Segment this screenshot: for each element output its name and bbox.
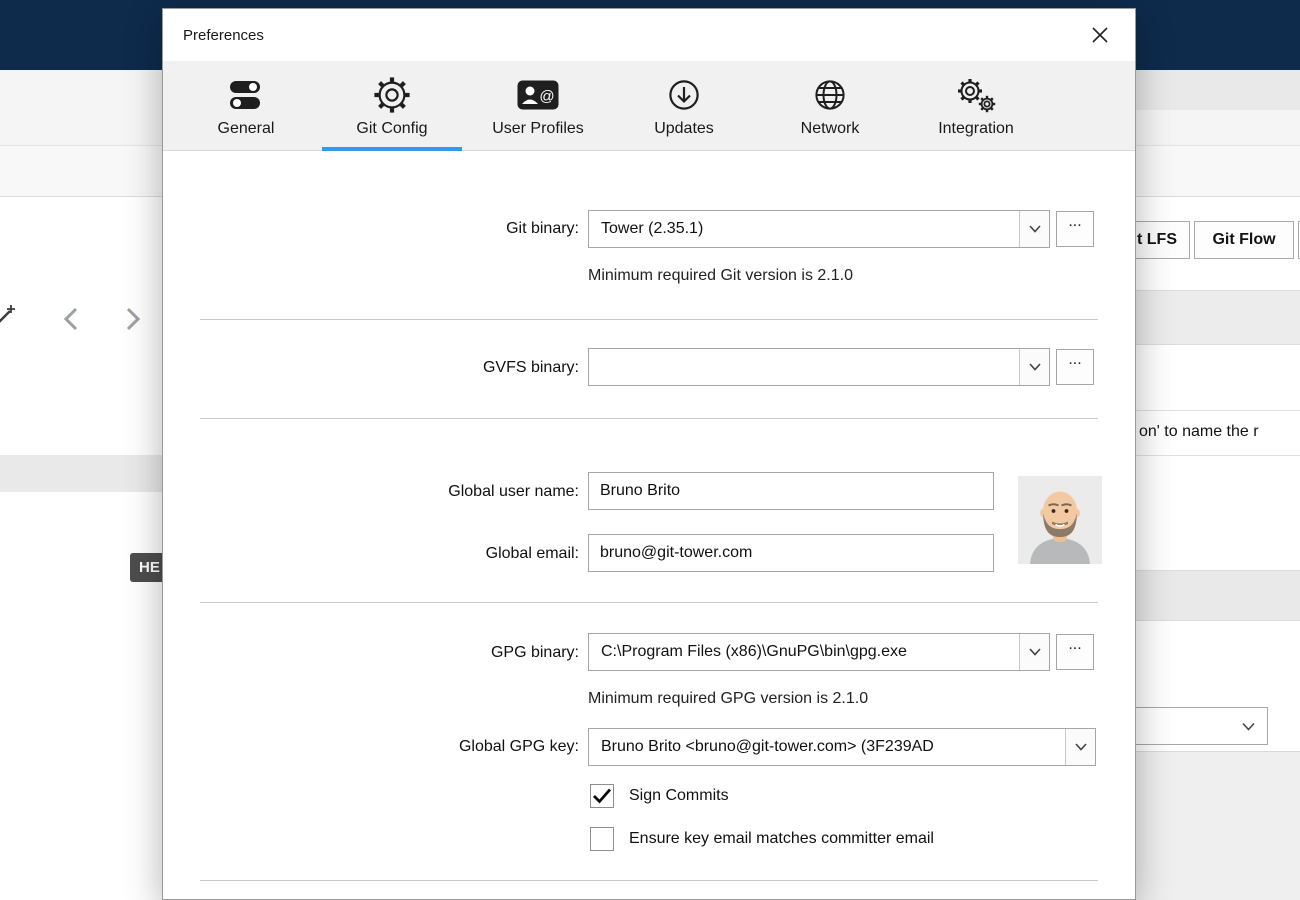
contact-card-icon: @ [516,74,560,116]
git-binary-browse-button[interactable]: ... [1056,211,1094,247]
chevron-down-icon[interactable] [1019,211,1049,247]
gears-icon [954,74,998,116]
tab-label: Network [800,119,860,137]
gpg-binary-hint: Minimum required GPG version is 2.1.0 [588,690,869,707]
divider [200,319,1098,320]
right-panel-band [1136,290,1300,345]
globe-icon [810,74,850,116]
ensure-email-checkbox[interactable] [590,827,614,851]
tab-general[interactable]: General [173,61,319,150]
divider [200,880,1098,881]
chevron-down-icon [1242,722,1255,731]
git-binary-label: Git binary: [506,220,579,237]
head-badge: HE [130,553,164,582]
sidebar-selected-row [0,455,162,492]
tab-label: Integration [938,119,1014,137]
gpg-binary-browse-button[interactable]: ... [1056,634,1094,670]
close-icon [1092,27,1108,43]
tab-network[interactable]: Network [757,61,903,150]
tab-label: User Profiles [492,119,584,137]
global-user-name-input[interactable] [588,472,994,510]
background-dropdown[interactable] [1118,707,1268,745]
global-email-label: Global email: [485,545,579,562]
divider [200,418,1098,419]
tab-strip: General Git Config @ User Profiles Updat… [163,61,1135,151]
tab-label: General [217,119,275,137]
gvfs-binary-label: GVFS binary: [482,359,579,376]
sign-commits-label[interactable]: Sign Commits [629,784,729,808]
tab-label: Git Config [356,119,428,137]
right-panel-strip [1136,70,1300,110]
chevron-down-icon[interactable] [1019,349,1049,385]
global-user-name-label: Global user name: [448,483,579,500]
right-panel-band [1136,751,1300,900]
dialog-titlebar: Preferences [163,9,1135,61]
tab-label: Updates [654,119,714,137]
checkmark-icon [593,788,612,804]
toggles-icon [227,74,265,116]
cherry-pick-icon[interactable] [0,303,16,333]
dialog-title: Preferences [183,26,264,44]
ensure-email-label[interactable]: Ensure key email matches committer email [629,827,934,851]
preferences-dialog: Preferences General Git Config @ User Pr… [162,8,1136,900]
chevron-down-icon[interactable] [1019,634,1049,670]
gvfs-binary-browse-button[interactable]: ... [1056,349,1094,385]
download-circle-icon [664,74,704,116]
global-gpg-key-label: Global GPG key: [458,738,579,755]
tab-git-config[interactable]: Git Config [319,61,465,151]
chevron-down-icon[interactable] [1065,729,1095,765]
divider [1136,410,1300,411]
gear-icon [372,74,412,116]
avatar [1018,476,1102,564]
global-gpg-key-value: Bruno Brito <bruno@git-tower.com> (3F239… [601,738,934,755]
forward-icon[interactable] [116,304,146,334]
divider [200,602,1098,603]
gvfs-binary-select[interactable] [588,348,1050,386]
git-binary-hint: Minimum required Git version is 2.1.0 [588,267,853,284]
tab-integration[interactable]: Integration [903,61,1049,150]
svg-text:@: @ [539,88,554,105]
tab-user-profiles[interactable]: @ User Profiles [465,61,611,150]
close-button[interactable] [1085,20,1115,50]
global-gpg-key-select[interactable]: Bruno Brito <bruno@git-tower.com> (3F239… [588,728,1096,766]
background-hint-text: on' to name the r [1139,423,1259,440]
gpg-binary-value: C:\Program Files (x86)\GnuPG\bin\gpg.exe [601,643,907,660]
gpg-binary-select[interactable]: C:\Program Files (x86)\GnuPG\bin\gpg.exe [588,633,1050,671]
sign-commits-checkbox[interactable] [590,784,614,808]
tab-updates[interactable]: Updates [611,61,757,150]
git-binary-value: Tower (2.35.1) [601,220,704,237]
right-panel-band [1136,570,1300,621]
gpg-binary-label: GPG binary: [490,644,579,661]
global-email-input[interactable] [588,534,994,572]
git-flow-button[interactable]: Git Flow [1194,221,1294,259]
git-binary-select[interactable]: Tower (2.35.1) [588,210,1050,248]
divider [1136,455,1300,456]
back-icon[interactable] [58,304,88,334]
